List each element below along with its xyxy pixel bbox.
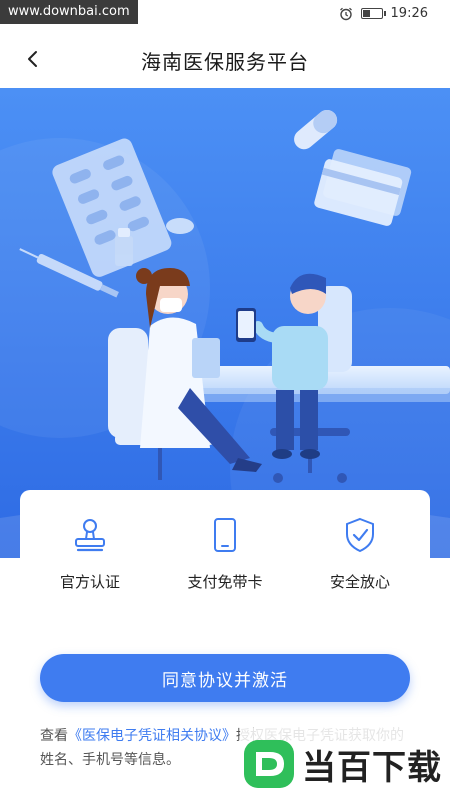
feature-label: 安全放心 (329, 573, 390, 591)
shield-check-icon (346, 517, 374, 553)
page-title: 海南医保服务平台 (141, 50, 309, 74)
phone-icon (214, 518, 236, 552)
nav-bar: 海南医保服务平台 (0, 30, 450, 88)
feature-official-certified: 官方认证 (25, 515, 155, 592)
features-card: 官方认证 支付免带卡 安全放心 (20, 490, 430, 640)
agreement-prefix: 查看 (40, 728, 68, 744)
agreement-link[interactable]: 《医保电子凭证相关协议》 (68, 728, 236, 744)
status-indicators: 19:26 (339, 6, 428, 21)
pill-illustration (166, 218, 194, 234)
alarm-icon (339, 7, 352, 20)
feature-safe: 安全放心 (295, 515, 425, 592)
watermark: www.downbai.com (0, 0, 138, 24)
battery-icon (360, 8, 386, 19)
phone-illustration (236, 308, 256, 342)
watermark-logo: 当百下载 (240, 728, 450, 800)
agree-activate-button[interactable]: 同意协议并激活 (40, 654, 410, 702)
hero-illustration (0, 88, 450, 558)
status-bar: www.downbai.com 19:26 (0, 0, 450, 30)
d-logo-icon (244, 740, 294, 788)
feature-pay-without-card: 支付免带卡 (160, 515, 290, 592)
feature-label: 支付免带卡 (187, 573, 263, 591)
status-time: 19:26 (390, 6, 428, 21)
stamp-icon (75, 519, 105, 552)
logo-text: 当百下载 (302, 747, 442, 788)
feature-label: 官方认证 (59, 573, 120, 591)
